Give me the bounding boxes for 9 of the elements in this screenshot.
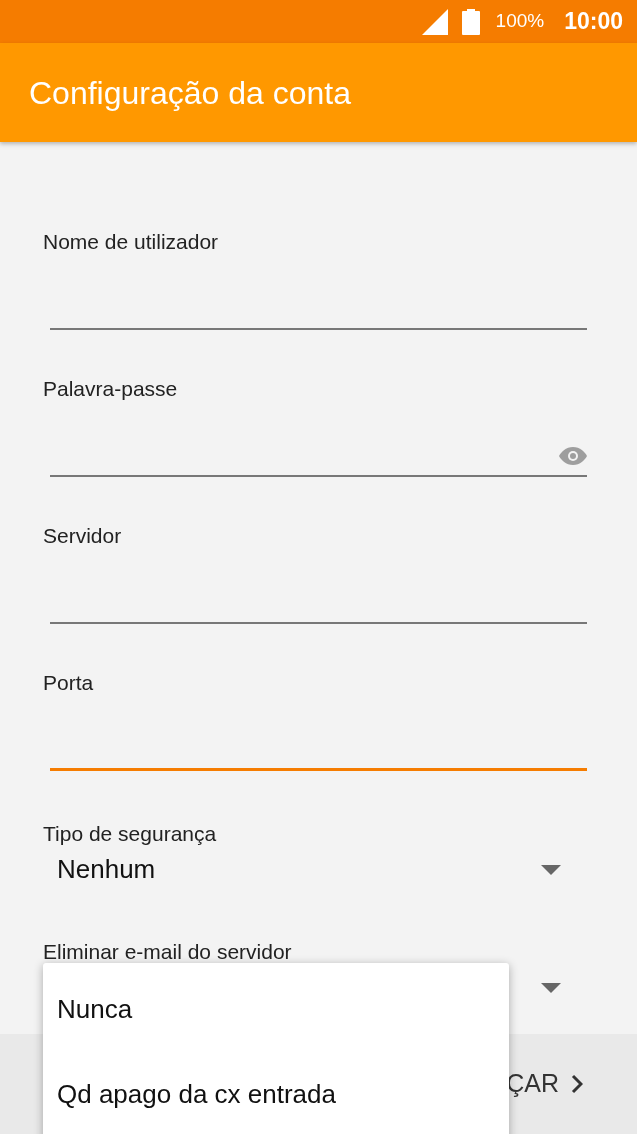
dropdown-label: Eliminar e-mail do servidor bbox=[43, 939, 292, 965]
clock: 10:00 bbox=[564, 7, 623, 37]
dropdown-label: Tipo de segurança bbox=[43, 821, 217, 847]
field-label: Palavra-passe bbox=[43, 376, 178, 402]
field-label: Nome de utilizador bbox=[43, 229, 219, 255]
screen-title: Configuração da conta bbox=[29, 73, 351, 113]
battery-percentage: 100% bbox=[495, 9, 545, 34]
field-label: Porta bbox=[43, 670, 94, 696]
field-label: Servidor bbox=[43, 523, 122, 549]
